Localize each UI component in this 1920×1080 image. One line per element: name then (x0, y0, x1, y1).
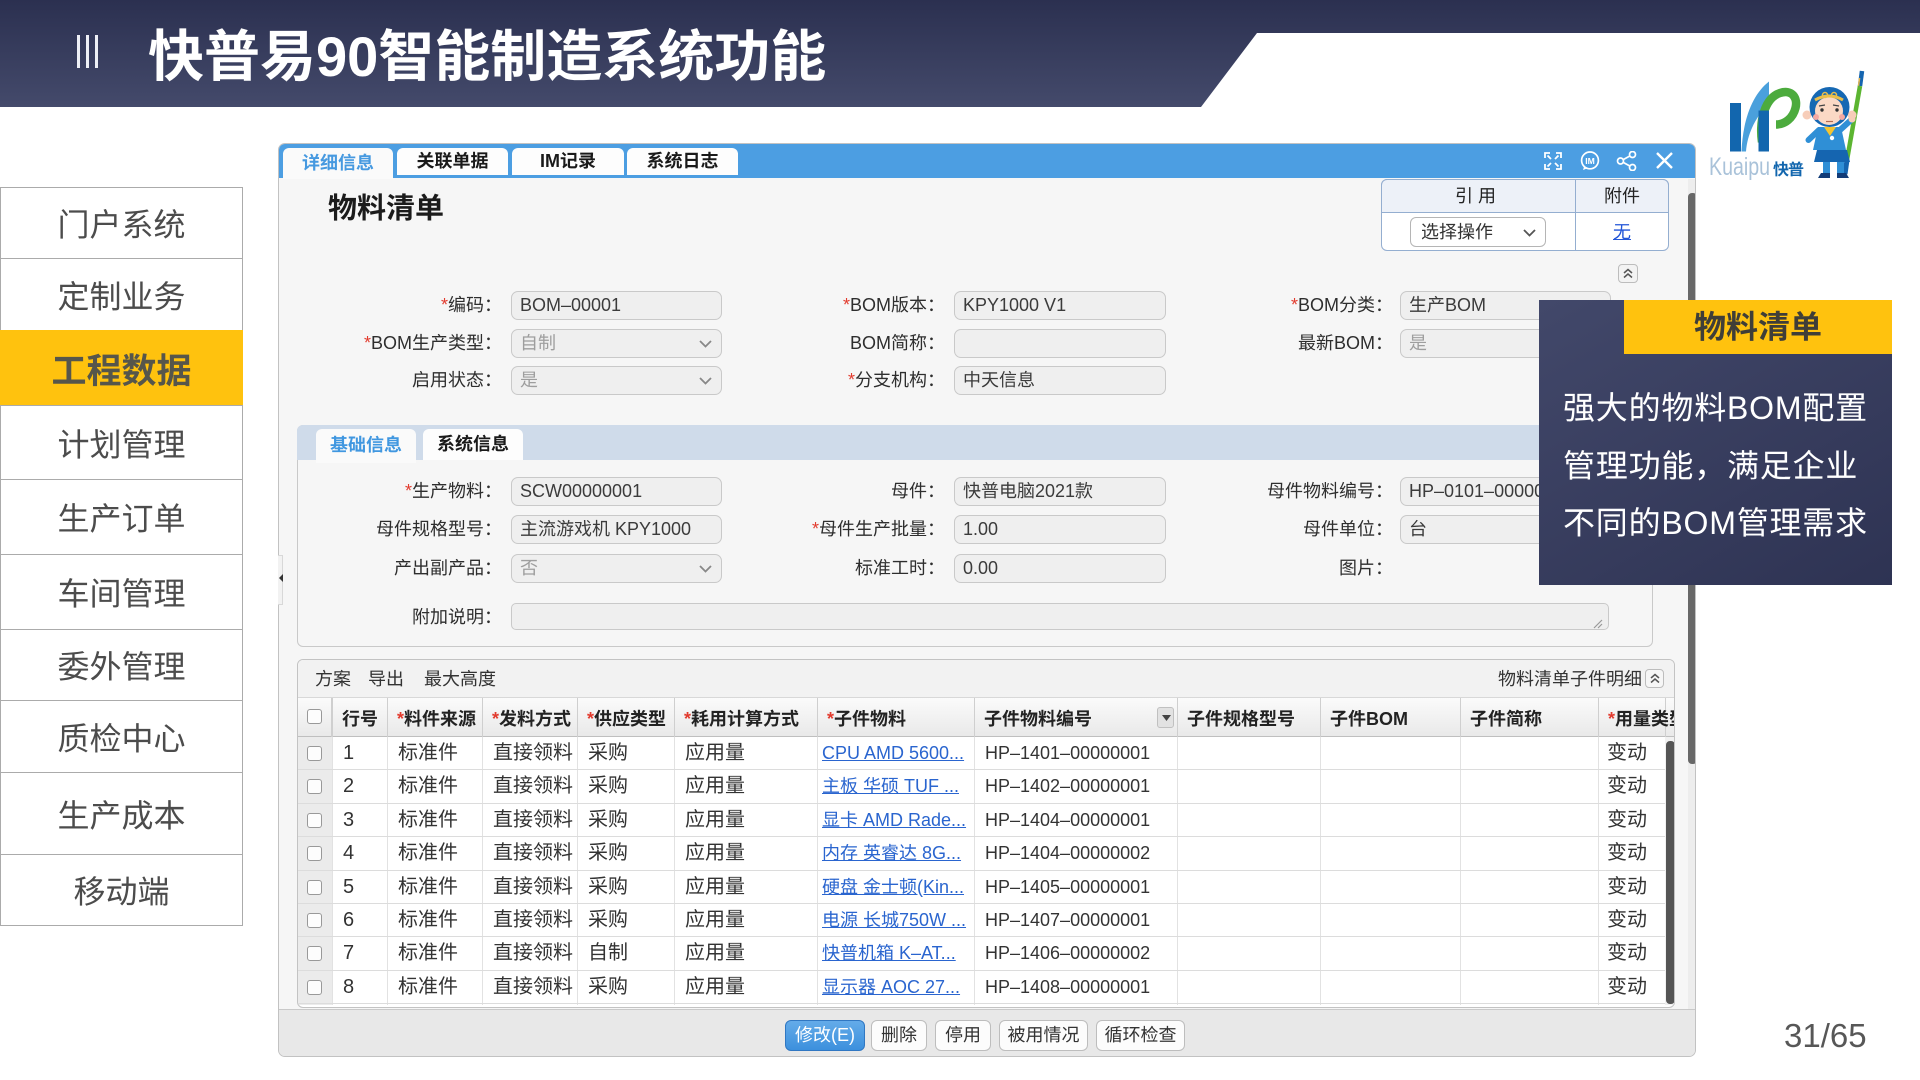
svg-text:IM: IM (1585, 156, 1595, 166)
svg-text:Kuaipu: Kuaipu (1709, 153, 1770, 181)
svg-text:快普: 快普 (1773, 156, 1804, 180)
